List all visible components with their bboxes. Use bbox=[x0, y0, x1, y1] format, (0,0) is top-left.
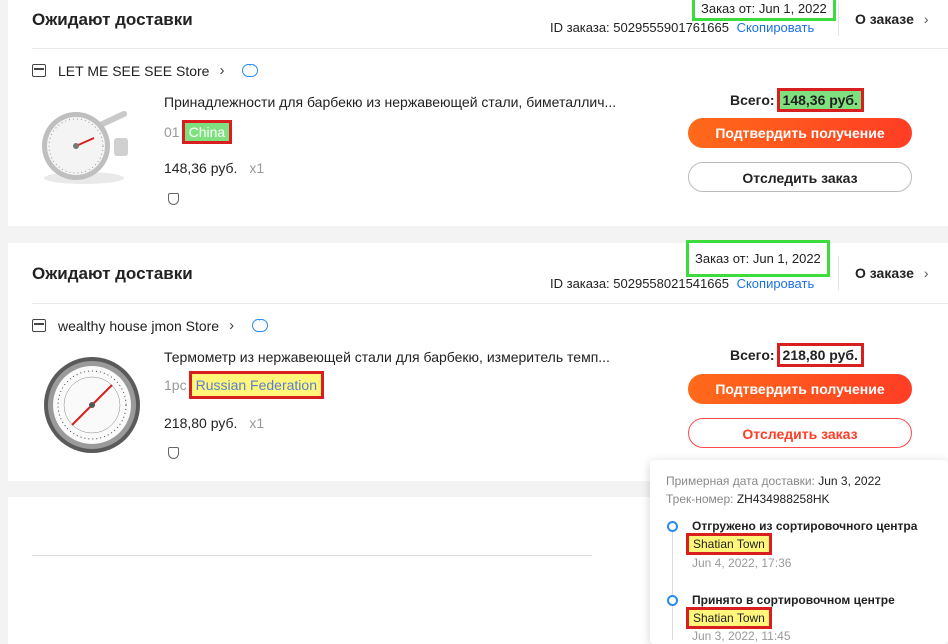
order-id: ID заказа: 5029555901761665 Скопировать bbox=[550, 20, 814, 35]
tracking-label: Трек-номер: bbox=[666, 492, 734, 506]
shield-icon bbox=[168, 193, 179, 205]
chevron-right-icon: › bbox=[923, 11, 929, 27]
quantity: x1 bbox=[249, 160, 265, 176]
store-icon bbox=[32, 319, 46, 332]
eta-row: Примерная дата доставки: Jun 3, 2022 bbox=[666, 474, 881, 488]
copy-button[interactable]: Скопировать bbox=[737, 276, 815, 291]
total-amount: 218,80 руб. bbox=[776, 343, 864, 367]
tracking-number-row: Трек-номер: ZH434988258HK bbox=[666, 492, 830, 506]
about-order-link[interactable]: О заказе › bbox=[838, 256, 929, 290]
order-date: Заказ от: Jun 1, 2022 bbox=[692, 0, 836, 21]
order-status: Ожидают доставки bbox=[32, 264, 193, 283]
tracking-value[interactable]: ZH434988258HK bbox=[737, 492, 830, 506]
order-card: Ожидают доставки Заказ от: Jun 1, 2022 I… bbox=[8, 240, 948, 481]
about-order-label: О заказе bbox=[855, 11, 914, 27]
eta-value: Jun 3, 2022 bbox=[818, 474, 881, 488]
event-time: Jun 4, 2022, 17:36 bbox=[692, 556, 792, 570]
product-spec-prefix: 1pc bbox=[164, 377, 187, 393]
divider bbox=[32, 48, 948, 49]
copy-button[interactable]: Скопировать bbox=[737, 20, 815, 35]
event-title: Принято в сортировочном центре bbox=[692, 593, 895, 607]
order-card: Ожидают доставки Заказ от: Jun 1, 2022 I… bbox=[8, 0, 948, 226]
order-date: Заказ от: Jun 1, 2022 bbox=[686, 240, 830, 277]
product-spec: 01 China bbox=[164, 120, 233, 144]
total-label: Всего: bbox=[730, 347, 775, 363]
store-icon bbox=[32, 64, 46, 77]
event-place-highlight: Shatian Town bbox=[686, 533, 772, 555]
timeline-dot bbox=[667, 521, 678, 532]
price-value: 218,80 руб. bbox=[164, 415, 238, 431]
event-time: Jun 3, 2022, 11:45 bbox=[692, 629, 791, 643]
product-price: 148,36 руб. x1 bbox=[164, 160, 264, 176]
track-order-button[interactable]: Отследить заказ bbox=[688, 418, 912, 448]
quantity: x1 bbox=[249, 415, 265, 431]
order-total: Всего: 218,80 руб. bbox=[730, 343, 864, 367]
divider bbox=[32, 555, 592, 556]
ship-from-highlight: China bbox=[181, 120, 233, 144]
store-row[interactable]: LET ME SEE SEE Store › bbox=[32, 59, 259, 79]
order-id: ID заказа: 5029558021541665 Скопировать bbox=[550, 276, 814, 291]
price-value: 148,36 руб. bbox=[164, 160, 238, 176]
chevron-right-icon: › bbox=[219, 62, 225, 79]
about-order-link[interactable]: О заказе › bbox=[838, 2, 929, 36]
total-label: Всего: bbox=[730, 92, 775, 108]
timeline-line bbox=[672, 530, 673, 640]
product-price: 218,80 руб. x1 bbox=[164, 415, 264, 431]
product-title[interactable]: Термометр из нержавеющей стали для барбе… bbox=[164, 349, 610, 365]
store-row[interactable]: wealthy house jmon Store › bbox=[32, 314, 269, 334]
track-order-button[interactable]: Отследить заказ bbox=[688, 162, 912, 192]
total-amount: 148,36 руб. bbox=[776, 88, 864, 112]
confirm-receipt-button[interactable]: Подтвердить получение bbox=[688, 374, 912, 404]
product-title[interactable]: Принадлежности для барбекю из нержавеюще… bbox=[164, 94, 616, 110]
product-spec-prefix: 01 bbox=[164, 124, 180, 140]
order-id-text: ID заказа: 5029558021541665 bbox=[550, 276, 729, 291]
product-image[interactable] bbox=[36, 102, 132, 198]
product-spec: 1pc Russian Federation bbox=[164, 371, 324, 399]
chevron-right-icon: › bbox=[229, 317, 235, 334]
store-name: LET ME SEE SEE Store bbox=[58, 62, 210, 79]
event-place-highlight: Shatian Town bbox=[686, 607, 772, 629]
chat-icon[interactable] bbox=[252, 314, 269, 332]
ship-from-highlight: Russian Federation bbox=[188, 371, 324, 399]
eta-label: Примерная дата доставки: bbox=[666, 474, 815, 488]
timeline-dot bbox=[667, 595, 678, 606]
order-total: Всего: 148,36 руб. bbox=[730, 88, 864, 112]
tracking-popup: Примерная дата доставки: Jun 3, 2022 Тре… bbox=[650, 460, 948, 644]
product-image[interactable] bbox=[42, 355, 140, 453]
chevron-right-icon: › bbox=[923, 265, 929, 281]
shield-icon bbox=[168, 447, 179, 459]
confirm-receipt-button[interactable]: Подтвердить получение bbox=[688, 118, 912, 148]
order-status: Ожидают доставки bbox=[32, 10, 193, 29]
event-title: Отгружено из сортировочного центра bbox=[692, 519, 918, 533]
store-name: wealthy house jmon Store bbox=[58, 317, 220, 334]
divider bbox=[32, 303, 948, 304]
order-id-text: ID заказа: 5029555901761665 bbox=[550, 20, 729, 35]
chat-icon[interactable] bbox=[242, 59, 259, 77]
about-order-label: О заказе bbox=[855, 265, 914, 281]
